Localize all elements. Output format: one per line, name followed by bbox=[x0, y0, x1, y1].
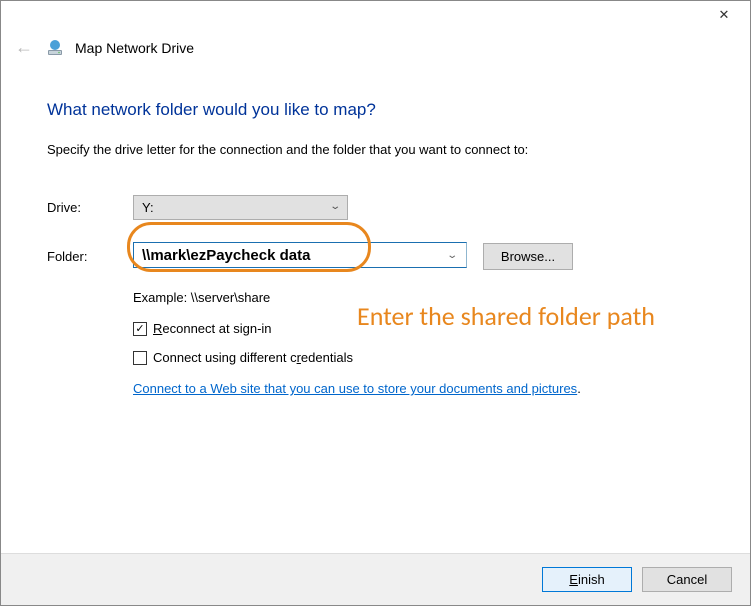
chevron-down-icon: ⌄ bbox=[329, 201, 341, 212]
footer: Einish Cancel bbox=[1, 553, 750, 605]
titlebar: ✕ bbox=[1, 1, 750, 33]
back-arrow-icon: ← bbox=[15, 37, 33, 58]
check-icon: ✓ bbox=[135, 322, 144, 335]
link-row: Connect to a Web site that you can use t… bbox=[133, 381, 710, 396]
drive-row: Drive: Y: ⌄ bbox=[47, 195, 710, 220]
chevron-down-icon: ⌄ bbox=[446, 250, 458, 261]
folder-value: \\mark\ezPaycheck data bbox=[142, 247, 310, 264]
close-button[interactable]: ✕ bbox=[702, 1, 746, 29]
reconnect-checkbox-row: ✓ Reconnect at sign-in bbox=[133, 321, 710, 336]
cancel-button[interactable]: Cancel bbox=[642, 567, 732, 592]
connect-website-link[interactable]: Connect to a Web site that you can use t… bbox=[133, 381, 577, 396]
reconnect-label: Reconnect at sign-in bbox=[153, 321, 272, 336]
reconnect-checkbox[interactable]: ✓ bbox=[133, 322, 147, 336]
diffcred-label: Connect using different credentials bbox=[153, 350, 353, 365]
content-area: What network folder would you like to ma… bbox=[1, 76, 750, 396]
drive-select[interactable]: Y: ⌄ bbox=[133, 195, 348, 220]
example-text: Example: \\server\share bbox=[133, 290, 710, 305]
diffcred-checkbox-row: Connect using different credentials bbox=[133, 350, 710, 365]
network-drive-icon bbox=[45, 38, 65, 58]
header-row: ← Map Network Drive bbox=[1, 33, 750, 76]
instruction-text: Specify the drive letter for the connect… bbox=[47, 142, 710, 157]
folder-label: Folder: bbox=[47, 249, 133, 264]
drive-label: Drive: bbox=[47, 200, 133, 215]
close-icon: ✕ bbox=[719, 7, 730, 23]
dialog-title: Map Network Drive bbox=[75, 40, 194, 56]
browse-button[interactable]: Browse... bbox=[483, 243, 573, 270]
finish-button[interactable]: Einish bbox=[542, 567, 632, 592]
drive-value: Y: bbox=[142, 200, 154, 215]
folder-row: Folder: \\mark\ezPaycheck data ⌄ Browse.… bbox=[47, 242, 710, 270]
main-heading: What network folder would you like to ma… bbox=[47, 100, 710, 120]
folder-input[interactable]: \\mark\ezPaycheck data ⌄ bbox=[133, 242, 467, 268]
diffcred-checkbox[interactable] bbox=[133, 351, 147, 365]
dialog-window: ✕ ← Map Network Drive What network folde… bbox=[0, 0, 751, 606]
